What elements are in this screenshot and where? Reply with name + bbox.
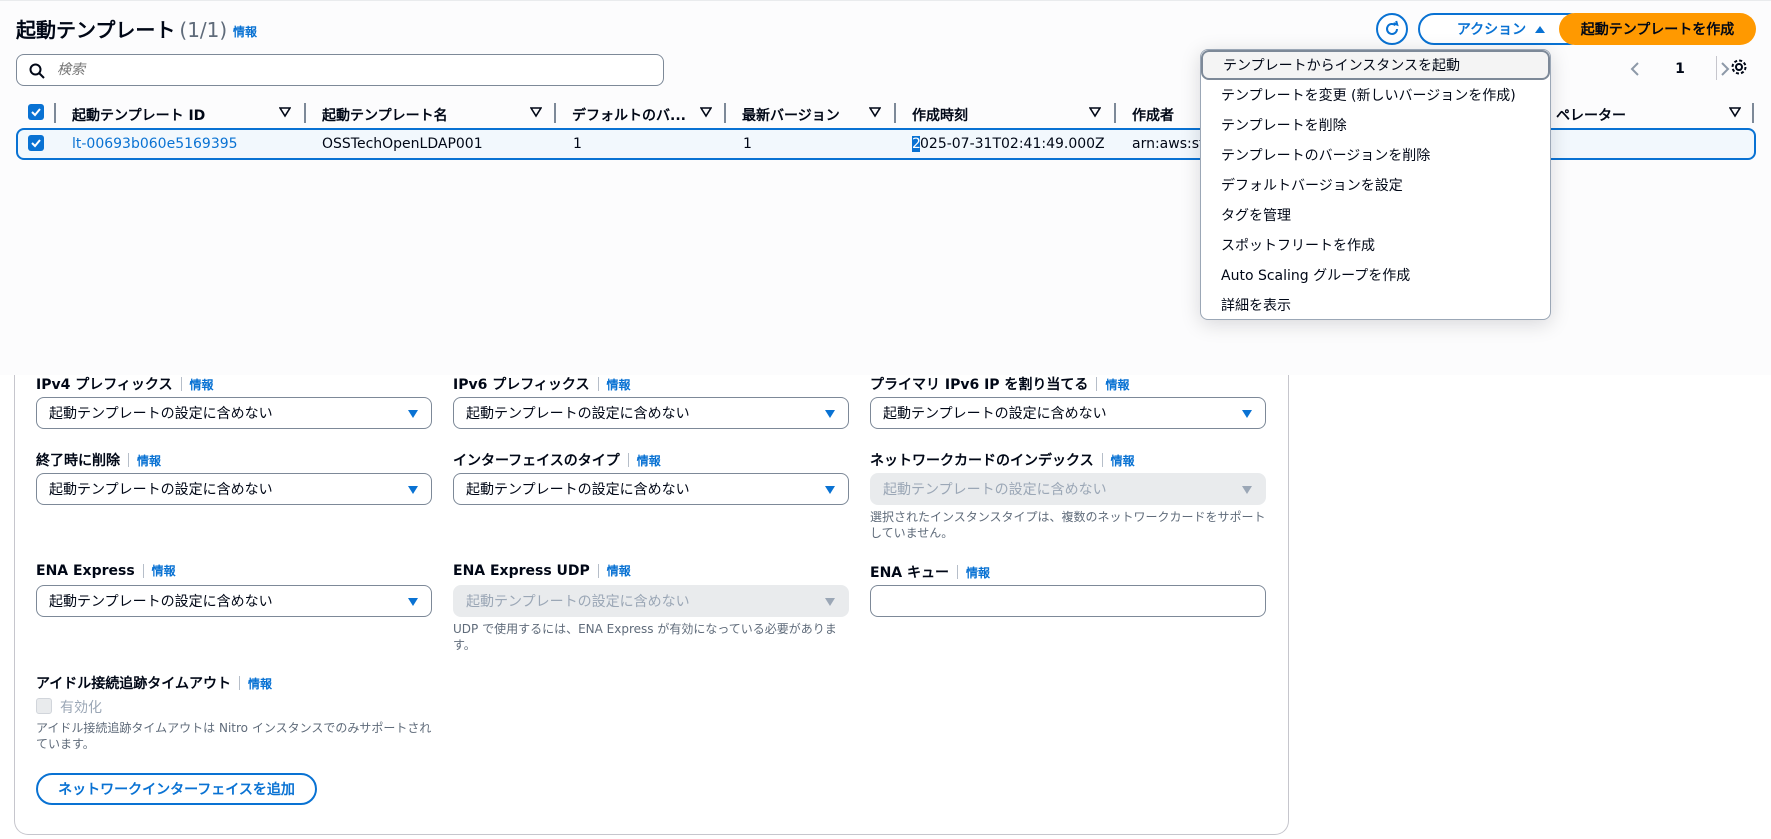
create-launch-template-button[interactable]: 起動テンプレートを作成 [1559,13,1756,45]
pagination-divider [1716,56,1717,80]
network-card-hint: 選択されたインスタンスタイプは、複数のネットワークカードをサポートしていません。 [870,510,1266,540]
menu-item-modify-template[interactable]: テンプレートを変更 (新しいバージョンを作成) [1201,80,1550,110]
sort-icon[interactable] [1729,106,1741,118]
page-number[interactable]: 1 [1675,61,1685,77]
delete-on-termination-label: 終了時に削除 情報 [36,452,162,469]
caret-down-icon [825,486,835,494]
column-header-owner[interactable]: 作成者 [1132,103,1174,127]
sort-icon[interactable] [869,106,881,118]
interface-type-label: インターフェイスのタイプ 情報 [453,452,661,469]
menu-item-view-details[interactable]: 詳細を表示 [1201,290,1550,319]
idle-timeout-label: アイドル接続追跡タイムアウト 情報 [36,675,273,692]
network-card-index-label: ネットワークカードのインデックス 情報 [870,452,1135,469]
ena-express-udp-label: ENA Express UDP 情報 [453,562,631,579]
column-separator [304,103,306,123]
caret-up-icon [1535,26,1546,33]
column-header-default-version[interactable]: デフォルトのバ... [572,103,686,127]
ipv4-prefix-label: IPv4 プレフィックス 情報 [36,376,214,393]
column-separator [724,103,726,123]
chevron-left-icon[interactable] [1630,62,1640,76]
primary-ipv6-select[interactable]: 起動テンプレートの設定に含めない [870,397,1266,429]
ena-express-label: ENA Express 情報 [36,562,176,579]
caret-down-icon [408,486,418,494]
column-separator [1752,103,1754,123]
sort-icon[interactable] [1089,106,1101,118]
info-link[interactable]: 情報 [152,562,176,579]
caret-down-icon [825,598,835,606]
delete-on-termination-select[interactable]: 起動テンプレートの設定に含めない [36,473,432,505]
default-version-cell: 1 [573,136,582,152]
ena-udp-hint: UDP で使用するには、ENA Express が有効になっている必要があります… [453,622,837,652]
page-title: 起動テンプレート (1/1) [16,18,228,42]
ena-express-select[interactable]: 起動テンプレートの設定に含めない [36,585,432,617]
search-field[interactable] [16,54,664,86]
chevron-right-icon[interactable] [1720,62,1730,76]
info-link[interactable]: 情報 [248,675,272,692]
info-link[interactable]: 情報 [233,23,257,40]
info-link[interactable]: 情報 [966,564,990,581]
ipv4-prefix-select[interactable]: 起動テンプレートの設定に含めない [36,397,432,429]
pagination: 1 [1630,58,1730,80]
text-selection: 2 [912,136,921,152]
sort-icon[interactable] [700,106,712,118]
caret-down-icon [825,410,835,418]
row-checkbox[interactable] [28,135,44,151]
add-network-interface-button[interactable]: ネットワークインターフェイスを追加 [36,773,317,805]
sort-icon[interactable] [279,106,291,118]
idle-timeout-hint: アイドル接続追跡タイムアウトは Nitro インスタンスでのみサポートされていま… [36,721,432,751]
column-header-template-id[interactable]: 起動テンプレート ID [72,103,205,127]
column-separator [894,103,896,123]
menu-item-set-default-version[interactable]: デフォルトバージョンを設定 [1201,170,1550,200]
refresh-button[interactable] [1376,13,1408,45]
column-header-template-name[interactable]: 起動テンプレート名 [322,103,448,127]
refresh-icon [1386,20,1399,35]
info-link[interactable]: 情報 [190,376,214,393]
column-header-created-time[interactable]: 作成時刻 [912,103,968,127]
menu-item-create-spot-fleet[interactable]: スポットフリートを作成 [1201,230,1550,260]
template-id-link[interactable]: lt-00693b060e5169395 [72,134,238,154]
select-all-checkbox[interactable] [28,104,44,120]
check-icon [31,108,41,117]
menu-item-delete-version[interactable]: テンプレートのバージョンを削除 [1201,140,1550,170]
menu-item-delete-template[interactable]: テンプレートを削除 [1201,110,1550,140]
ena-queue-label: ENA キュー 情報 [870,564,991,581]
ena-express-udp-select: 起動テンプレートの設定に含めない [453,585,849,617]
ipv6-prefix-select[interactable]: 起動テンプレートの設定に含めない [453,397,849,429]
menu-item-manage-tags[interactable]: タグを管理 [1201,200,1550,230]
interface-type-select[interactable]: 起動テンプレートの設定に含めない [453,473,849,505]
column-separator [54,103,56,123]
ena-queue-input[interactable] [870,585,1266,617]
ipv6-prefix-label: IPv6 プレフィックス 情報 [453,376,631,393]
menu-item-launch-instance[interactable]: テンプレートからインスタンスを起動 [1201,50,1550,80]
caret-down-icon [408,410,418,418]
column-separator [1114,103,1116,123]
column-separator [554,103,556,123]
info-link[interactable]: 情報 [1105,376,1129,393]
enable-label: 有効化 [60,700,102,716]
column-header-operator[interactable]: ペレーター [1556,103,1626,127]
check-icon [31,139,41,148]
gear-icon[interactable] [1730,58,1748,76]
latest-version-cell: 1 [743,136,752,152]
enable-checkbox [36,698,52,714]
info-link[interactable]: 情報 [1111,452,1135,469]
search-icon [29,63,45,79]
info-link[interactable]: 情報 [137,452,161,469]
column-header-latest-version[interactable]: 最新バージョン [742,103,840,127]
caret-down-icon [1242,410,1252,418]
created-time-cell: 2 025-07-31T02:41:49.000Z [912,136,1105,152]
sort-icon[interactable] [530,106,542,118]
actions-menu: テンプレートからインスタンスを起動 テンプレートを変更 (新しいバージョンを作成… [1200,49,1551,320]
info-link[interactable]: 情報 [637,452,661,469]
menu-item-create-asg[interactable]: Auto Scaling グループを作成 [1201,260,1550,290]
caret-down-icon [408,598,418,606]
search-input[interactable] [55,59,645,81]
network-card-index-select: 起動テンプレートの設定に含めない [870,473,1266,505]
caret-down-icon [1242,486,1252,494]
template-name-cell: OSSTechOpenLDAP001 [322,136,483,152]
info-link[interactable]: 情報 [607,562,631,579]
primary-ipv6-label: プライマリ IPv6 IP を割り当てる 情報 [870,376,1130,393]
selection-count: (1/1) [179,18,228,42]
info-link[interactable]: 情報 [607,376,631,393]
